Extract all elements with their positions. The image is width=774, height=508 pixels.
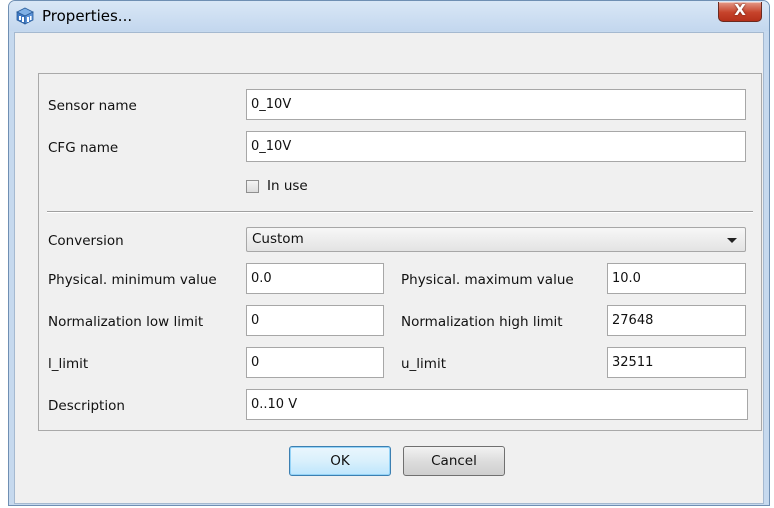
chevron-down-icon: [727, 238, 737, 243]
norm-high-input[interactable]: [607, 305, 746, 336]
phys-min-input[interactable]: [246, 263, 384, 294]
description-input[interactable]: [246, 389, 748, 420]
close-icon: X: [734, 1, 746, 19]
norm-low-label: Normalization low limit: [48, 314, 204, 330]
norm-low-input[interactable]: [246, 305, 384, 336]
conversion-select[interactable]: Custom: [246, 227, 746, 252]
properties-cube-icon: [16, 7, 34, 25]
conversion-label: Conversion: [48, 233, 124, 249]
u-limit-label: u_limit: [401, 356, 447, 372]
l-limit-input[interactable]: [246, 347, 384, 378]
l-limit-label: l_limit: [48, 356, 89, 372]
ok-button[interactable]: OK: [289, 446, 391, 476]
cfg-name-input[interactable]: [246, 131, 746, 162]
sensor-name-label: Sensor name: [48, 98, 137, 114]
section-divider: [47, 211, 753, 213]
in-use-checkbox[interactable]: [246, 180, 259, 193]
in-use-label: In use: [267, 178, 308, 194]
norm-high-label: Normalization high limit: [401, 314, 563, 330]
properties-panel: Sensor name CFG name In use Conversion C…: [38, 73, 762, 431]
conversion-selected-value: Custom: [252, 231, 304, 247]
sensor-name-input[interactable]: [246, 89, 746, 120]
phys-max-label: Physical. maximum value: [401, 272, 574, 288]
description-label: Description: [48, 398, 125, 414]
phys-min-label: Physical. minimum value: [48, 272, 217, 288]
close-button[interactable]: X: [718, 1, 762, 22]
window-title: Properties...: [42, 7, 133, 25]
title-bar[interactable]: Properties... X: [9, 1, 769, 31]
cfg-name-label: CFG name: [48, 140, 119, 156]
phys-max-input[interactable]: [607, 263, 746, 294]
u-limit-input[interactable]: [607, 347, 746, 378]
cancel-button[interactable]: Cancel: [403, 446, 505, 476]
